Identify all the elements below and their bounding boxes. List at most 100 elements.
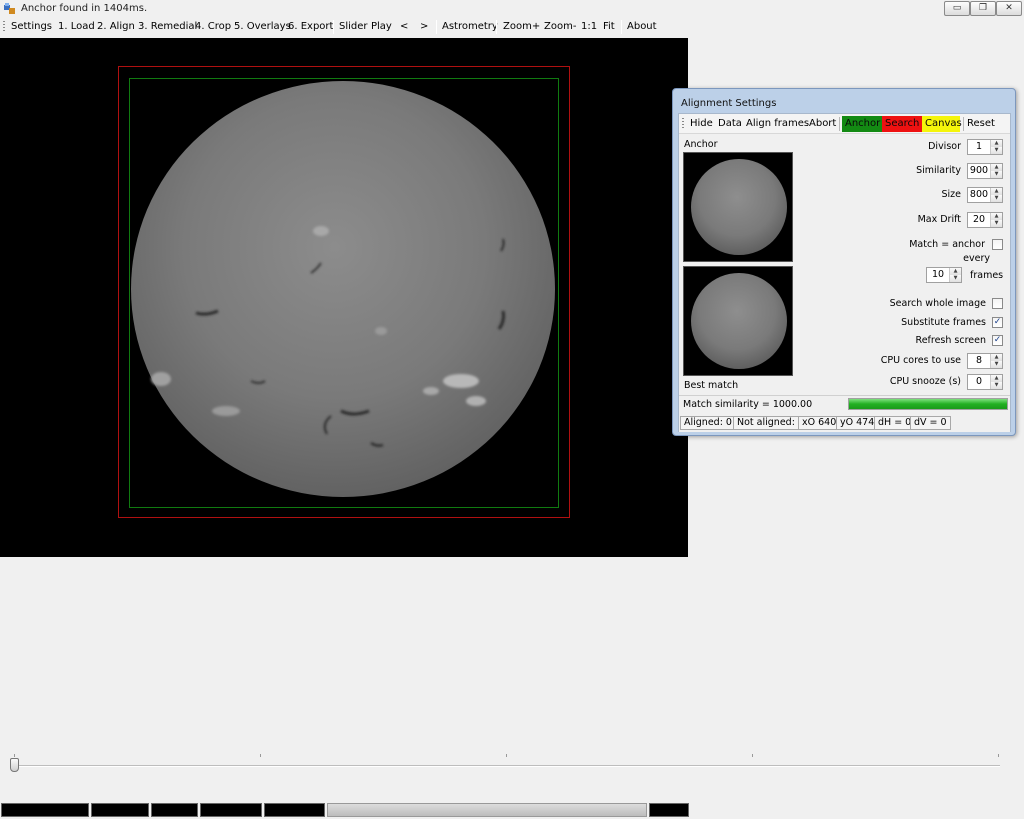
image-viewport[interactable] xyxy=(0,38,688,557)
similarity-label: Similarity xyxy=(916,165,961,176)
data-button[interactable]: Data xyxy=(718,118,742,129)
best-match-thumbnail-disk xyxy=(691,273,787,369)
search-box xyxy=(129,78,559,508)
size-stepper[interactable]: 800 ▲ ▼ xyxy=(967,187,1003,203)
menu-overlays[interactable]: 5. Overlays xyxy=(234,21,291,32)
spin-up-icon[interactable]: ▲ xyxy=(991,164,1002,171)
anchor-thumbnail xyxy=(683,152,793,262)
refresh-screen-checkbox[interactable]: ✓ xyxy=(992,335,1003,346)
size-value[interactable]: 800 xyxy=(968,189,990,200)
spin-down-icon[interactable]: ▼ xyxy=(991,382,1002,389)
menu-about[interactable]: About xyxy=(627,21,657,32)
divisor-value[interactable]: 1 xyxy=(968,141,990,152)
cpu-snooze-stepper[interactable]: 0 ▲ ▼ xyxy=(967,374,1003,390)
similarity-stepper[interactable]: 900 ▲ ▼ xyxy=(967,163,1003,179)
match-anchor-checkbox[interactable] xyxy=(992,239,1003,250)
frame-slider-thumb[interactable] xyxy=(10,758,19,772)
spin-up-icon[interactable]: ▲ xyxy=(991,375,1002,382)
menu-remedial[interactable]: 3. Remedial xyxy=(138,21,197,32)
menu-align[interactable]: 2. Align xyxy=(97,21,135,32)
max-drift-value[interactable]: 20 xyxy=(968,214,990,225)
best-match-thumbnail xyxy=(683,266,793,376)
cpu-snooze-value[interactable]: 0 xyxy=(968,376,990,387)
spin-down-icon[interactable]: ▼ xyxy=(991,361,1002,368)
panel-status-bar: Aligned: 0 Not aligned: 0 xO 640 yO 474 … xyxy=(679,414,1010,432)
menu-grip[interactable] xyxy=(3,21,5,33)
menu-next[interactable]: > xyxy=(420,21,428,32)
spin-up-icon[interactable]: ▲ xyxy=(991,213,1002,220)
search-color-button[interactable]: Search xyxy=(882,116,922,132)
match-similarity-fill xyxy=(849,399,1007,409)
panel-title: Alignment Settings xyxy=(681,98,777,109)
title-bar: Anchor found in 1404ms. ▭ ❐ ✕ xyxy=(0,0,1024,18)
menu-astrometry[interactable]: Astrometry xyxy=(442,21,498,32)
spin-down-icon[interactable]: ▼ xyxy=(991,195,1002,202)
menu-play[interactable]: Play xyxy=(371,21,392,32)
spin-up-icon[interactable]: ▲ xyxy=(991,140,1002,147)
status-segment xyxy=(91,803,149,817)
panel-body: Hide Data Align frames Abort Anchor Sear… xyxy=(678,113,1011,432)
refresh-screen-label: Refresh screen xyxy=(915,335,986,346)
menu-zoom-in[interactable]: Zoom+ xyxy=(503,21,540,32)
search-whole-image-checkbox[interactable] xyxy=(992,298,1003,309)
maximize-button[interactable]: ❐ xyxy=(970,1,996,16)
spin-up-icon[interactable]: ▲ xyxy=(950,268,961,275)
cpu-cores-stepper[interactable]: 8 ▲ ▼ xyxy=(967,353,1003,369)
status-segment xyxy=(264,803,325,817)
similarity-value[interactable]: 900 xyxy=(968,165,990,176)
status-bar xyxy=(0,801,1024,819)
menu-fit[interactable]: Fit xyxy=(603,21,615,32)
menu-load[interactable]: 1. Load xyxy=(58,21,95,32)
status-progress-bar xyxy=(327,803,647,817)
slider-tick xyxy=(506,754,507,757)
spin-down-icon[interactable]: ▼ xyxy=(991,220,1002,227)
minimize-button[interactable]: ▭ xyxy=(944,1,970,16)
frames-stepper[interactable]: 10 ▲ ▼ xyxy=(926,267,962,283)
status-segment xyxy=(649,803,689,817)
match-similarity-text: Match similarity = 1000.00 xyxy=(683,399,813,410)
menu-zoom-out[interactable]: Zoom- xyxy=(544,21,576,32)
align-frames-button[interactable]: Align frames xyxy=(746,118,809,129)
spin-down-icon[interactable]: ▼ xyxy=(991,147,1002,154)
menu-prev[interactable]: < xyxy=(400,21,408,32)
menu-separator xyxy=(436,20,437,34)
toolbar-grip[interactable] xyxy=(682,118,684,130)
slider-tick xyxy=(14,754,15,757)
menu-export[interactable]: 6. Export xyxy=(288,21,333,32)
spin-down-icon[interactable]: ▼ xyxy=(991,171,1002,178)
slider-tick xyxy=(998,754,999,757)
divisor-stepper[interactable]: 1 ▲ ▼ xyxy=(967,139,1003,155)
reset-button[interactable]: Reset xyxy=(967,118,995,129)
status-segment xyxy=(151,803,198,817)
match-similarity-bar xyxy=(848,398,1008,410)
menu-bar: Settings 1. Load 2. Align 3. Remedial 4.… xyxy=(0,18,660,36)
cpu-cores-value[interactable]: 8 xyxy=(968,355,990,366)
frames-value[interactable]: 10 xyxy=(927,269,949,280)
best-match-label: Best match xyxy=(684,380,739,391)
panel-toolbar: Hide Data Align frames Abort Anchor Sear… xyxy=(679,114,1010,134)
anchor-color-button[interactable]: Anchor xyxy=(842,116,882,132)
status-segment xyxy=(1,803,89,817)
hide-button[interactable]: Hide xyxy=(690,118,713,129)
spin-down-icon[interactable]: ▼ xyxy=(950,275,961,282)
abort-button[interactable]: Abort xyxy=(809,118,836,129)
menu-settings[interactable]: Settings xyxy=(11,21,52,32)
menu-one-to-one[interactable]: 1:1 xyxy=(581,21,597,32)
cpu-snooze-label: CPU snooze (s) xyxy=(889,376,961,387)
substitute-frames-checkbox[interactable]: ✓ xyxy=(992,317,1003,328)
close-button[interactable]: ✕ xyxy=(996,1,1022,16)
canvas-color-button[interactable]: Canvas xyxy=(922,116,962,132)
dv-value: dV = 0 xyxy=(910,416,951,430)
max-drift-label: Max Drift xyxy=(917,214,961,225)
max-drift-stepper[interactable]: 20 ▲ ▼ xyxy=(967,212,1003,228)
spin-up-icon[interactable]: ▲ xyxy=(991,354,1002,361)
spin-up-icon[interactable]: ▲ xyxy=(991,188,1002,195)
divisor-label: Divisor xyxy=(928,141,961,152)
minimize-icon: ▭ xyxy=(952,3,962,13)
search-whole-image-label: Search whole image xyxy=(889,298,986,309)
menu-crop[interactable]: 4. Crop xyxy=(195,21,231,32)
menu-slider[interactable]: Slider xyxy=(339,21,368,32)
slider-tick xyxy=(260,754,261,757)
frame-slider-track[interactable] xyxy=(14,765,1000,767)
cpu-cores-label: CPU cores to use xyxy=(880,355,961,366)
